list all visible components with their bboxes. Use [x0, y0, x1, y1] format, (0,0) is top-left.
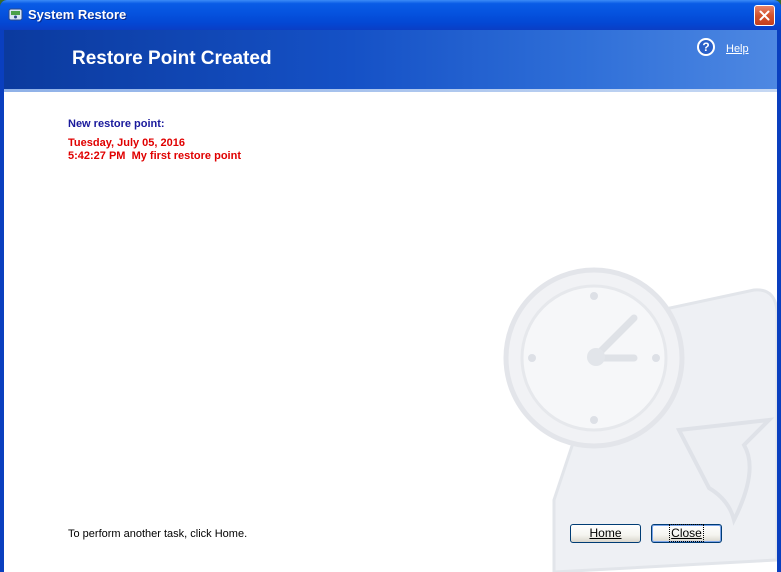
system-restore-window: System Restore Restore Point Created ? H…: [0, 0, 781, 572]
footer-instruction: To perform another task, click Home.: [68, 528, 248, 540]
close-button-label: Close: [669, 524, 704, 542]
client-area: Restore Point Created ? Help New restore…: [4, 30, 777, 572]
restore-point-time-name: 5:42:27 PM My first restore point: [68, 150, 241, 162]
header-banner: Restore Point Created ? Help: [4, 30, 777, 89]
header-divider: [4, 89, 777, 92]
close-icon: [759, 10, 770, 21]
system-restore-icon: [8, 8, 23, 21]
close-button[interactable]: Close: [651, 524, 722, 543]
new-restore-point-label: New restore point:: [68, 118, 165, 130]
page-title: Restore Point Created: [72, 48, 272, 69]
home-button-label: Home: [589, 526, 622, 540]
title-bar[interactable]: System Restore: [0, 0, 781, 30]
home-button[interactable]: Home: [570, 524, 641, 543]
close-window-button[interactable]: [754, 5, 775, 26]
window-title: System Restore: [28, 7, 127, 22]
help-icon[interactable]: ?: [697, 38, 715, 56]
help-link[interactable]: Help: [726, 43, 749, 55]
restore-point-date: Tuesday, July 05, 2016: [68, 137, 185, 149]
